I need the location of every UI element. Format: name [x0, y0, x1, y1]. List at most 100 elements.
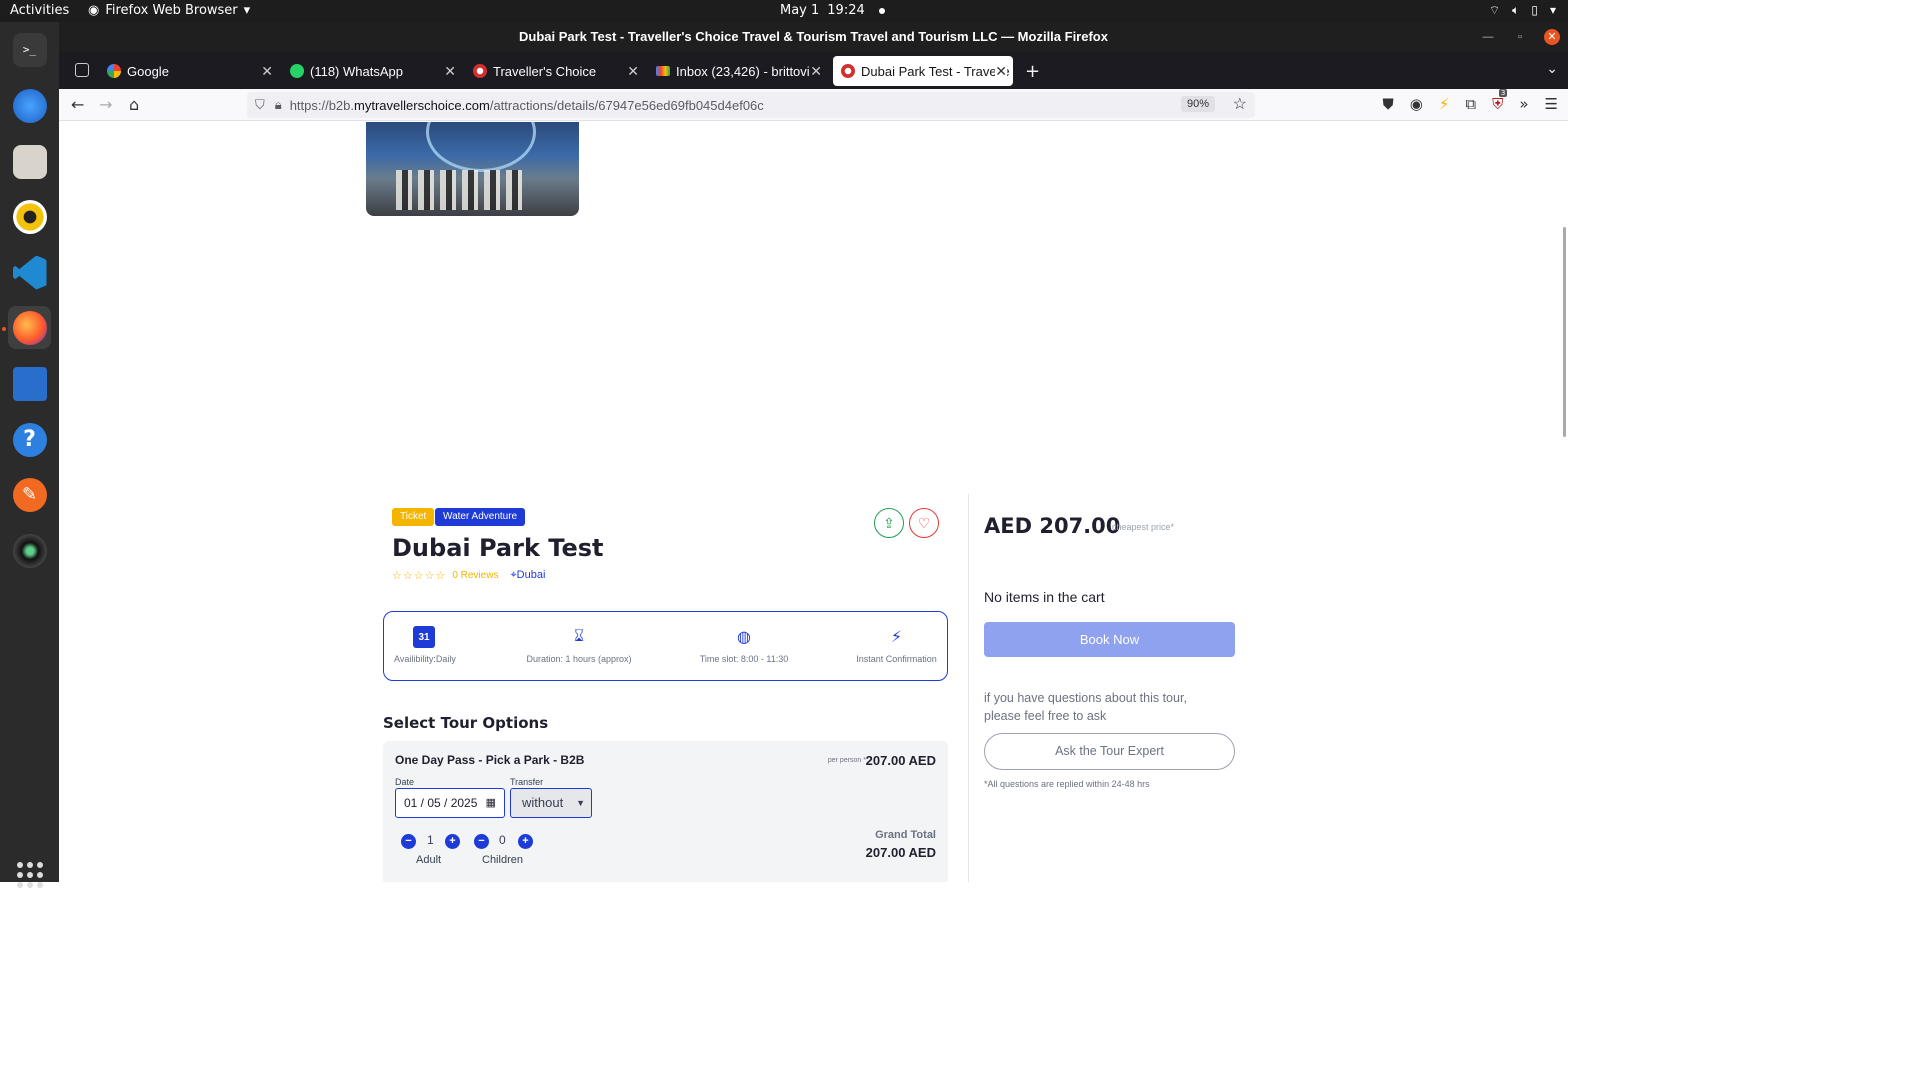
close-icon[interactable]: ✕	[261, 63, 273, 80]
heart-icon: ♡	[917, 514, 931, 531]
show-apps-button[interactable]	[17, 862, 43, 888]
adult-increment-button[interactable]: +	[445, 834, 460, 849]
tab-gmail[interactable]: Inbox (23,426) - brittovin ✕	[648, 56, 828, 86]
minimize-icon[interactable]: —	[1480, 29, 1496, 45]
chevron-down-icon: ▾	[243, 3, 251, 18]
date-input[interactable]: 01 / 05 / 2025 ▦	[395, 788, 505, 818]
children-decrement-button[interactable]: −	[474, 834, 489, 849]
back-button[interactable]: ←	[71, 95, 84, 114]
close-icon[interactable]: ✕	[1544, 29, 1560, 45]
close-icon[interactable]: ✕	[810, 62, 822, 80]
tab-travellers-choice[interactable]: Traveller's Choice ✕	[465, 56, 645, 86]
timeslot-info: ◍ Time slot: 8:00 - 11:30	[699, 626, 789, 664]
confirmation-info: ⚡︎ Instant Confirmation	[854, 626, 939, 664]
list-all-tabs-button[interactable]: ⌄	[1546, 61, 1558, 77]
new-tab-button[interactable]: +	[1025, 61, 1040, 82]
sidebar-price: AED 207.00	[984, 514, 1121, 538]
account-icon[interactable]: ◉	[1410, 95, 1423, 113]
help-icon: ?	[12, 422, 47, 457]
calendar-icon: 31	[413, 626, 435, 648]
notification-dot	[878, 7, 885, 14]
availability-info: 31 Availibility:Daily	[394, 626, 456, 664]
clock[interactable]: May 1 19:24	[780, 3, 885, 18]
hourglass-icon: ⌛︎	[573, 628, 585, 645]
option-price: 207.00 AED	[865, 753, 936, 768]
hamburger-menu-icon[interactable]: ☰	[1545, 95, 1558, 113]
activities-button[interactable]: Activities	[10, 3, 69, 18]
share-button[interactable]: ⇪	[874, 508, 904, 538]
ublock-icon[interactable]: ⛨ 3	[1492, 89, 1508, 113]
dock: >_ ? ✎	[0, 22, 59, 888]
dock-files[interactable]	[8, 140, 51, 183]
children-count: 0	[499, 833, 506, 847]
url-bar[interactable]: ⛉ 🔒︎ https://b2b. mytravellerschoice.com /…	[247, 92, 1255, 118]
home-button[interactable]: ⌂	[129, 95, 139, 114]
dock-pencil-app[interactable]: ✎	[8, 473, 51, 516]
app-menu[interactable]: ◉ Firefox Web Browser ▾	[88, 3, 250, 18]
gmail-favicon-icon	[656, 66, 670, 76]
zoom-indicator[interactable]: 90%	[1180, 96, 1215, 112]
page-content: Ticket Water Adventure ⇪ ♡ Dubai Park Te…	[59, 122, 1568, 882]
dock-camera[interactable]	[8, 529, 51, 572]
travellers-choice-favicon-icon	[473, 64, 487, 78]
ask-tour-expert-button[interactable]: Ask the Tour Expert	[984, 733, 1235, 770]
forward-button[interactable]: →	[99, 95, 112, 114]
transfer-label: Transfer	[510, 777, 544, 787]
favorite-button[interactable]: ♡	[909, 508, 939, 538]
more-tools-icon[interactable]: »	[1519, 95, 1528, 113]
select-tour-options-heading: Select Tour Options	[383, 714, 549, 732]
location-label: Dubai	[516, 569, 546, 581]
dock-writer[interactable]	[8, 362, 51, 405]
shield-icon[interactable]: ⛉	[255, 97, 265, 113]
dock-vscode[interactable]	[8, 251, 51, 294]
tab-whatsapp[interactable]: (118) WhatsApp ✕	[282, 56, 462, 86]
tab-label: Dubai Park Test - Travelle	[861, 63, 1010, 79]
transfer-select[interactable]: without ▼	[510, 788, 592, 818]
children-increment-button[interactable]: +	[518, 834, 533, 849]
bookmark-star-icon[interactable]: ☆	[1233, 94, 1247, 114]
pocket-icon[interactable]: ⛊	[1382, 95, 1393, 113]
column-divider	[968, 494, 969, 882]
dock-firefox[interactable]	[8, 306, 51, 349]
maximize-icon[interactable]: ▫	[1512, 29, 1528, 45]
extensions-icon[interactable]: ⧉	[1465, 95, 1476, 113]
option-name: One Day Pass - Pick a Park - B2B	[395, 753, 585, 767]
lock-icon[interactable]: 🔒︎	[275, 97, 282, 113]
rating-row: ☆☆☆☆☆ 0 Reviews ⌖Dubai	[392, 569, 545, 582]
tab-google[interactable]: Google ✕	[99, 56, 279, 86]
people-graphic	[396, 170, 526, 210]
url-domain: mytravellerschoice.com	[354, 97, 490, 113]
adult-label: Adult	[416, 854, 442, 866]
extension-icon[interactable]: ⚡	[1439, 95, 1450, 113]
location-link[interactable]: ⌖Dubai	[510, 569, 545, 582]
dock-thunderbird[interactable]	[8, 84, 51, 127]
attraction-image[interactable]	[366, 122, 579, 216]
close-icon[interactable]: ✕	[444, 63, 456, 80]
reviews-link[interactable]: 0 Reviews	[452, 570, 498, 581]
tour-option-card: One Day Pass - Pick a Park - B2B per per…	[383, 741, 948, 882]
book-now-button[interactable]: Book Now	[984, 622, 1235, 657]
cheapest-price-note: cheapest price*	[1112, 522, 1175, 532]
star-rating-icon: ☆☆☆☆☆	[392, 570, 447, 582]
system-top-bar: Activities ◉ Firefox Web Browser ▾ May 1…	[0, 0, 1568, 22]
dock-rhythmbox[interactable]	[8, 195, 51, 238]
writer-icon	[12, 366, 47, 401]
url-prefix: https://b2b.	[289, 97, 355, 113]
active-indicator	[2, 327, 6, 331]
tab-dubai-park[interactable]: Dubai Park Test - Travelle ✕	[833, 56, 1013, 86]
calendar-picker-icon[interactable]: ▦	[486, 789, 496, 817]
firefox-view-button[interactable]	[75, 63, 89, 77]
scrollbar[interactable]	[1563, 227, 1566, 437]
clock-date: May 1	[780, 3, 820, 18]
per-person-label: per person *	[827, 757, 866, 764]
dock-help[interactable]: ?	[8, 418, 51, 461]
close-icon[interactable]: ✕	[995, 62, 1007, 80]
close-icon[interactable]: ✕	[627, 63, 639, 80]
tour-info-box: 31 Availibility:Daily ⌛︎ Duration: 1 hou…	[383, 611, 948, 681]
adult-decrement-button[interactable]: −	[401, 834, 416, 849]
terminal-icon: >_	[12, 32, 47, 67]
dock-terminal[interactable]: >_	[8, 28, 51, 71]
system-tray[interactable]: ⌔ 🔈︎ ▯ ▾	[1489, 3, 1556, 18]
tag-ticket: Ticket	[392, 508, 435, 526]
thunderbird-icon	[12, 88, 47, 123]
